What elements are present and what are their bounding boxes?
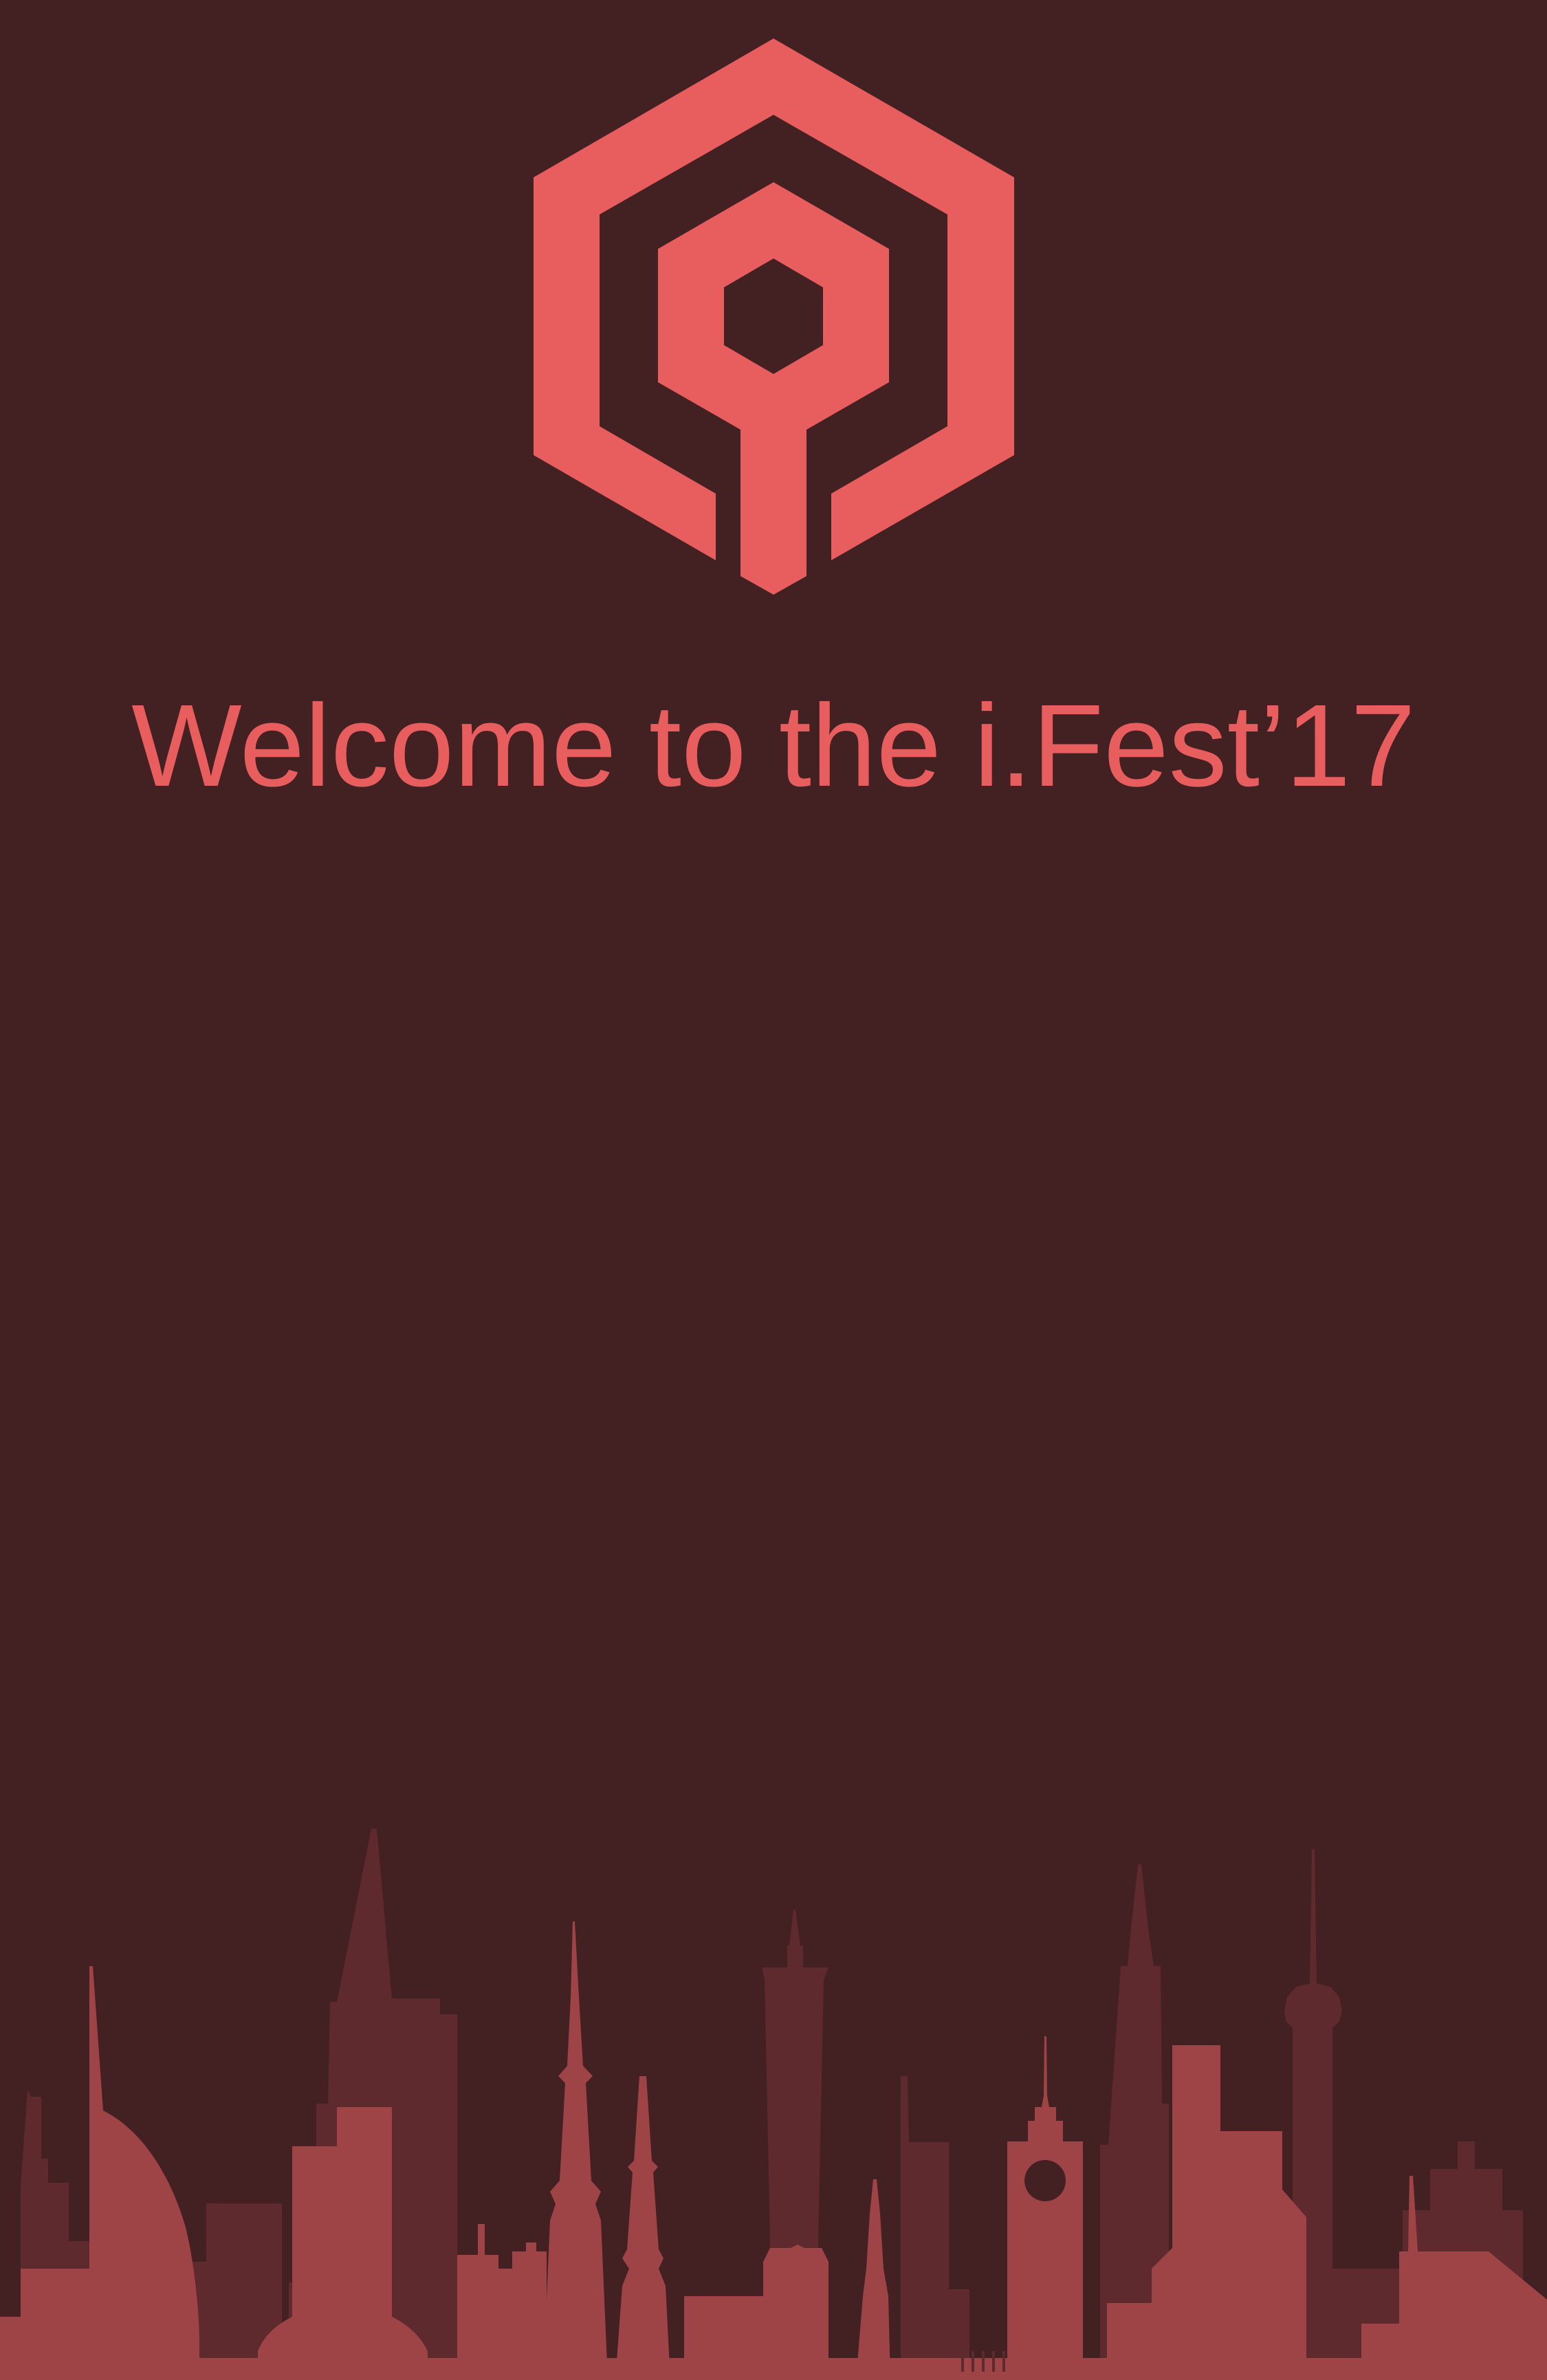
- welcome-heading: Welcome to the i.Fest’17: [131, 681, 1416, 811]
- clock-tower: [1007, 2036, 1083, 2380]
- hexagon-logo-icon: [534, 38, 1014, 595]
- event-logo: [0, 0, 1547, 619]
- city-skyline-icon: [0, 1829, 1547, 2380]
- skyline-ground: [0, 2358, 1547, 2380]
